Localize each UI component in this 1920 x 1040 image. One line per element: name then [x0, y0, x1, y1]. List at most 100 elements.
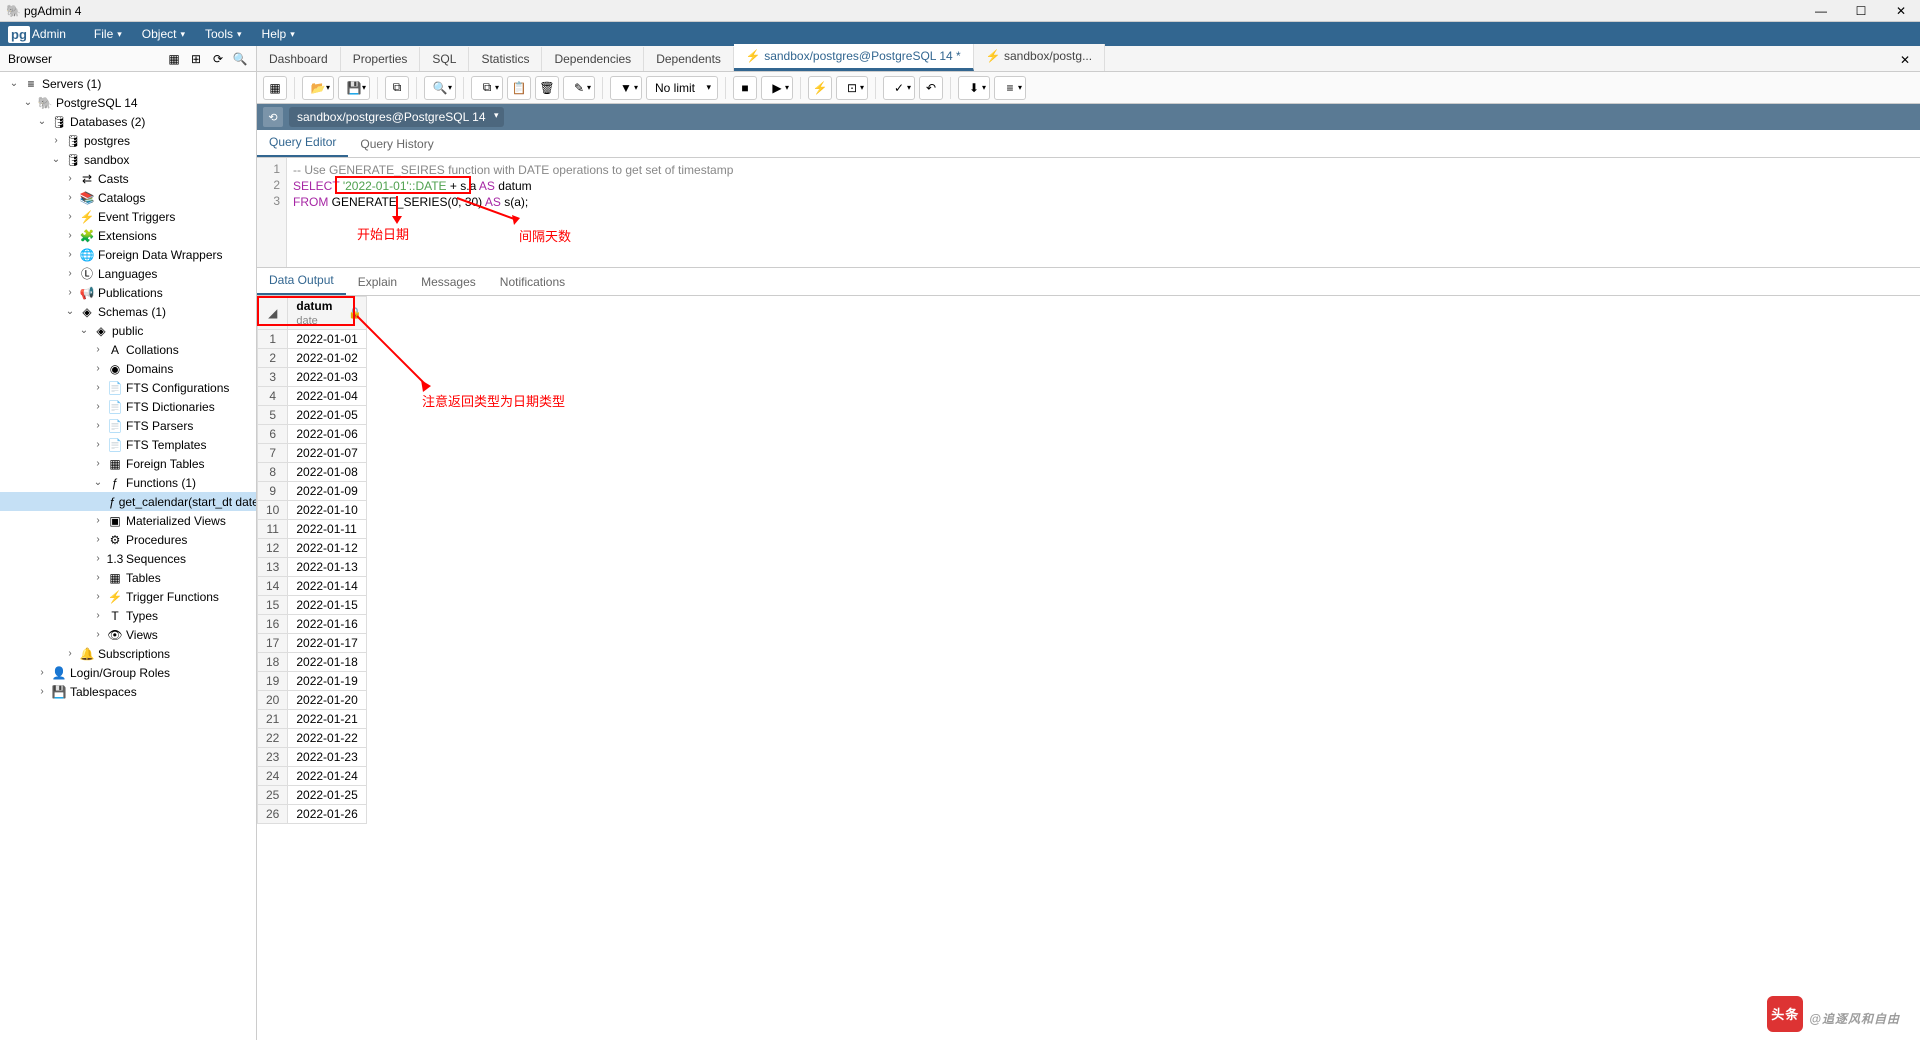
tree-node[interactable]: ›⇄Casts: [0, 169, 256, 188]
table-row[interactable]: 72022-01-07: [258, 444, 367, 463]
tree-toggle-icon[interactable]: ⌄: [22, 97, 34, 108]
table-row[interactable]: 52022-01-05: [258, 406, 367, 425]
tab-data-output[interactable]: Data Output: [257, 267, 346, 295]
sql-editor[interactable]: 123 -- Use GENERATE_SEIRES function with…: [257, 158, 1920, 268]
cell-datum[interactable]: 2022-01-23: [288, 748, 366, 767]
table-row[interactable]: 262022-01-26: [258, 805, 367, 824]
tree-toggle-icon[interactable]: ›: [92, 572, 104, 583]
cell-datum[interactable]: 2022-01-12: [288, 539, 366, 558]
cell-datum[interactable]: 2022-01-06: [288, 425, 366, 444]
tree-node[interactable]: ›⚡Event Triggers: [0, 207, 256, 226]
object-tree[interactable]: ⌄≡Servers (1)⌄🐘PostgreSQL 14⌄🛢Databases …: [0, 72, 256, 1040]
cell-datum[interactable]: 2022-01-26: [288, 805, 366, 824]
cell-datum[interactable]: 2022-01-14: [288, 577, 366, 596]
tree-toggle-icon[interactable]: ›: [92, 439, 104, 450]
tab-notifications[interactable]: Notifications: [488, 269, 577, 295]
tree-toggle-icon[interactable]: ⌄: [92, 477, 104, 488]
maximize-button[interactable]: ☐: [1848, 4, 1874, 18]
tab-statistics[interactable]: Statistics: [469, 47, 542, 71]
tree-node[interactable]: ›🔔Subscriptions: [0, 644, 256, 663]
tree-toggle-icon[interactable]: ›: [92, 553, 104, 564]
tree-node[interactable]: ›🌐Foreign Data Wrappers: [0, 245, 256, 264]
table-row[interactable]: 82022-01-08: [258, 463, 367, 482]
menu-object[interactable]: Object ▾: [132, 23, 195, 45]
tree-toggle-icon[interactable]: ›: [64, 173, 76, 184]
cell-datum[interactable]: 2022-01-22: [288, 729, 366, 748]
tab-properties[interactable]: Properties: [341, 47, 421, 71]
table-row[interactable]: 12022-01-01: [258, 330, 367, 349]
column-header-datum[interactable]: datum date 🔒: [288, 297, 366, 330]
tree-toggle-icon[interactable]: ⌄: [64, 306, 76, 317]
tree-node[interactable]: ƒget_calendar(start_dt date, d...: [0, 492, 256, 511]
download-button[interactable]: ⬇: [958, 76, 990, 100]
cell-datum[interactable]: 2022-01-09: [288, 482, 366, 501]
menu-help[interactable]: Help ▾: [252, 23, 305, 45]
table-row[interactable]: 212022-01-21: [258, 710, 367, 729]
tab-close-icon[interactable]: ✕: [1890, 49, 1920, 71]
copy-rows-button[interactable]: ⧉: [471, 76, 503, 100]
grid-icon[interactable]: ▦: [166, 51, 182, 67]
table-row[interactable]: 252022-01-25: [258, 786, 367, 805]
tree-node[interactable]: ⌄ƒFunctions (1): [0, 473, 256, 492]
tree-toggle-icon[interactable]: ⌄: [8, 78, 20, 89]
cell-datum[interactable]: 2022-01-24: [288, 767, 366, 786]
tree-toggle-icon[interactable]: ›: [92, 629, 104, 640]
tree-node[interactable]: ⌄🐘PostgreSQL 14: [0, 93, 256, 112]
paste-button[interactable]: 📋: [507, 76, 531, 100]
connection-status-icon[interactable]: ⟲: [263, 107, 283, 127]
tab-messages[interactable]: Messages: [409, 269, 488, 295]
cell-datum[interactable]: 2022-01-07: [288, 444, 366, 463]
search-icon[interactable]: 🔍: [232, 51, 248, 67]
cell-datum[interactable]: 2022-01-18: [288, 653, 366, 672]
table-row[interactable]: 32022-01-03: [258, 368, 367, 387]
filter-button[interactable]: ▼: [610, 76, 642, 100]
tree-toggle-icon[interactable]: ›: [64, 211, 76, 222]
explain-button[interactable]: ⚡: [808, 76, 832, 100]
tree-toggle-icon[interactable]: ›: [92, 401, 104, 412]
tree-toggle-icon[interactable]: ⌄: [36, 116, 48, 127]
tree-toggle-icon[interactable]: ›: [36, 667, 48, 678]
tree-node[interactable]: ›▣Materialized Views: [0, 511, 256, 530]
explain-analyze-button[interactable]: ⊡: [836, 76, 868, 100]
tree-toggle-icon[interactable]: ›: [36, 686, 48, 697]
tree-node[interactable]: ›📄FTS Dictionaries: [0, 397, 256, 416]
cell-datum[interactable]: 2022-01-15: [288, 596, 366, 615]
table-row[interactable]: 62022-01-06: [258, 425, 367, 444]
tree-toggle-icon[interactable]: ›: [64, 287, 76, 298]
menu-tools[interactable]: Tools ▾: [195, 23, 252, 45]
tree-node[interactable]: ›ACollations: [0, 340, 256, 359]
tree-node[interactable]: ›📢Publications: [0, 283, 256, 302]
table-row[interactable]: 172022-01-17: [258, 634, 367, 653]
table-row[interactable]: 162022-01-16: [258, 615, 367, 634]
tree-node[interactable]: ›👤Login/Group Roles: [0, 663, 256, 682]
tab-query-history[interactable]: Query History: [348, 131, 445, 157]
table-row[interactable]: 202022-01-20: [258, 691, 367, 710]
tree-node[interactable]: ›📄FTS Parsers: [0, 416, 256, 435]
table-row[interactable]: 112022-01-11: [258, 520, 367, 539]
tab-dashboard[interactable]: Dashboard: [257, 47, 341, 71]
macros-button[interactable]: ≡: [994, 76, 1026, 100]
tree-toggle-icon[interactable]: ›: [92, 515, 104, 526]
tree-toggle-icon[interactable]: ›: [64, 268, 76, 279]
tree-toggle-icon[interactable]: ›: [64, 249, 76, 260]
cell-datum[interactable]: 2022-01-25: [288, 786, 366, 805]
cell-datum[interactable]: 2022-01-20: [288, 691, 366, 710]
cell-datum[interactable]: 2022-01-13: [288, 558, 366, 577]
tree-node[interactable]: ›⚙Procedures: [0, 530, 256, 549]
tree-toggle-icon[interactable]: ⌄: [50, 154, 62, 165]
edit-button[interactable]: ✎: [563, 76, 595, 100]
tree-node[interactable]: ⌄◈Schemas (1): [0, 302, 256, 321]
tree-toggle-icon[interactable]: ›: [92, 420, 104, 431]
cell-datum[interactable]: 2022-01-05: [288, 406, 366, 425]
table-row[interactable]: 222022-01-22: [258, 729, 367, 748]
connection-select[interactable]: sandbox/postgres@PostgreSQL 14: [289, 107, 504, 127]
commit-button[interactable]: ✓: [883, 76, 915, 100]
tree-node[interactable]: ›⚡Trigger Functions: [0, 587, 256, 606]
tree-node[interactable]: ⌄◈public: [0, 321, 256, 340]
copy-button[interactable]: ⧉: [385, 76, 409, 100]
tree-toggle-icon[interactable]: ›: [92, 344, 104, 355]
tab-dependents[interactable]: Dependents: [644, 47, 734, 71]
tree-node[interactable]: ›1.3Sequences: [0, 549, 256, 568]
table-row[interactable]: 142022-01-14: [258, 577, 367, 596]
table-row[interactable]: 42022-01-04: [258, 387, 367, 406]
